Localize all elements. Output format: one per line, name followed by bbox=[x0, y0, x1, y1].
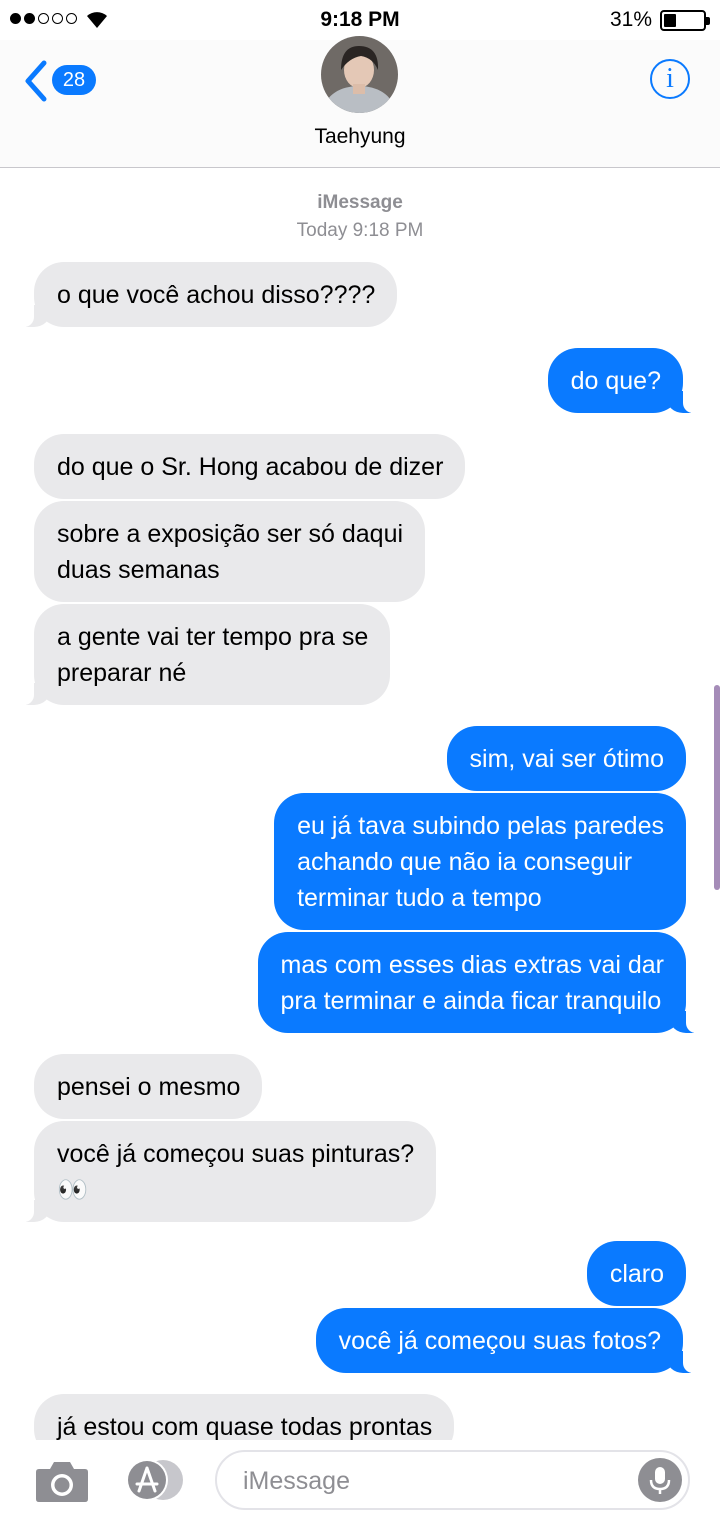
message-bubble-outgoing[interactable]: claro bbox=[586, 1241, 686, 1306]
battery-icon bbox=[660, 10, 710, 31]
message-timestamp: Today 9:18 PM bbox=[296, 220, 424, 241]
message-bubble-incoming[interactable]: você já começou suas pinturas? 👀 bbox=[19, 1121, 437, 1222]
message-bubble-outgoing[interactable]: mas com esses dias extras vai dar pra te… bbox=[257, 932, 701, 1033]
message-bubble-incoming[interactable]: o que você achou disso???? bbox=[19, 262, 398, 327]
message-text-field[interactable] bbox=[215, 1450, 690, 1510]
info-button[interactable]: i bbox=[650, 59, 690, 99]
contact-avatar[interactable] bbox=[321, 36, 398, 113]
contact-name[interactable]: Taehyung bbox=[0, 125, 720, 149]
message-bubble-outgoing[interactable]: você já começou suas fotos? bbox=[315, 1308, 698, 1373]
message-bubble-outgoing[interactable]: eu já tava subindo pelas paredes achando… bbox=[274, 793, 686, 930]
service-label: iMessage bbox=[317, 192, 403, 213]
message-bubble-incoming[interactable]: pensei o mesmo bbox=[34, 1054, 263, 1119]
message-bubble-outgoing[interactable]: do que? bbox=[547, 348, 698, 413]
message-bubble-outgoing[interactable]: sim, vai ser ótimo bbox=[446, 726, 686, 791]
app-store-button[interactable] bbox=[123, 1458, 187, 1502]
battery-percentage: 31% bbox=[609, 8, 652, 31]
message-bubble-incoming[interactable]: do que o Sr. Hong acabou de dizer bbox=[34, 434, 466, 499]
status-bar: 9:18 PM 31% bbox=[0, 0, 720, 40]
camera-icon[interactable] bbox=[35, 1459, 89, 1503]
scroll-indicator[interactable] bbox=[714, 685, 720, 890]
chevron-left-icon bbox=[25, 60, 47, 102]
message-input-bar bbox=[0, 1440, 720, 1520]
microphone-icon bbox=[649, 1467, 671, 1494]
info-icon: i bbox=[666, 63, 674, 94]
message-bubble-incoming[interactable]: sobre a exposição ser só daqui duas sema… bbox=[34, 501, 426, 602]
message-bubble-incoming[interactable]: a gente vai ter tempo pra se preparar né bbox=[19, 604, 391, 705]
dictation-button[interactable] bbox=[638, 1458, 682, 1502]
app-store-icon bbox=[126, 1459, 183, 1501]
unread-count-badge: 28 bbox=[52, 65, 96, 95]
back-button[interactable]: 28 bbox=[22, 56, 102, 106]
message-input[interactable] bbox=[243, 1462, 623, 1500]
conversation-header: 28 Taehyung i bbox=[0, 36, 720, 168]
